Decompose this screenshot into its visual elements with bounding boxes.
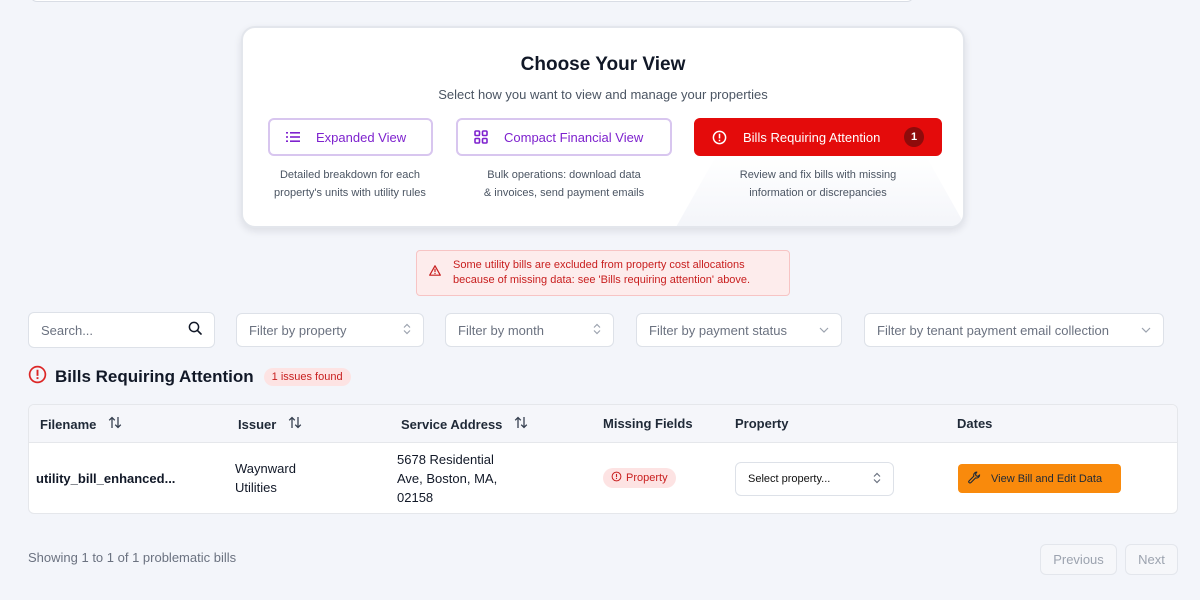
property-select-value: Select property...	[748, 473, 831, 485]
search-input[interactable]	[41, 322, 181, 338]
payment-status-filter[interactable]: Filter by payment status	[636, 313, 842, 347]
alert-text: Some utility bills are excluded from pro…	[453, 258, 750, 288]
card-subtitle: Select how you want to view and manage y…	[438, 87, 768, 102]
bills-table: Filename Issuer Service Address Missing …	[28, 404, 1178, 514]
header-label: Property	[735, 416, 789, 431]
previous-page-button[interactable]: Previous	[1040, 544, 1117, 575]
description-line: Bulk operations: download data	[487, 169, 641, 181]
issuer-line: Utilities	[235, 480, 277, 495]
excluded-bills-alert: Some utility bills are excluded from pro…	[416, 250, 790, 296]
header-label: Dates	[957, 416, 993, 431]
description-line: & invoices, send payment emails	[483, 187, 645, 199]
expanded-view-label: Expanded View	[316, 129, 407, 145]
address-line: 02158	[397, 490, 434, 505]
description-line: Detailed breakdown for each	[279, 169, 421, 181]
month-filter[interactable]: Filter by month	[445, 313, 614, 347]
email-collection-filter-label: Filter by tenant payment email collectio…	[877, 322, 1109, 338]
description-line: property's units with utility rules	[274, 187, 426, 199]
attention-view-description: Review and fix bills with missing inform…	[718, 166, 918, 202]
payment-status-filter-label: Filter by payment status	[649, 322, 787, 338]
top-panel-edge	[30, 0, 914, 2]
compact-view-description: Bulk operations: download data & invoice…	[464, 166, 664, 202]
issuer-cell: Waynward Utilities	[235, 459, 296, 497]
column-header-filename[interactable]: Filename	[40, 416, 122, 432]
sort-icon[interactable]	[108, 416, 122, 432]
pagination-summary: Showing 1 to 1 of 1 problematic bills	[28, 550, 237, 565]
updown-chevron-icon	[593, 323, 601, 338]
wrench-icon	[968, 471, 981, 487]
alert-circle-icon	[712, 130, 727, 145]
list-icon	[286, 131, 300, 143]
service-address-cell: 5678 Residential Ave, Boston, MA, 02158	[397, 450, 497, 507]
view-bill-edit-data-button[interactable]: View Bill and Edit Data	[958, 464, 1121, 493]
search-box[interactable]	[28, 312, 215, 348]
view-bill-edit-data-label: View Bill and Edit Data	[991, 472, 1103, 485]
grid-icon	[474, 130, 488, 144]
next-page-button[interactable]: Next	[1125, 544, 1178, 575]
header-label: Filename	[40, 416, 97, 432]
property-filter[interactable]: Filter by property	[236, 313, 424, 347]
view-chooser-card: Choose Your View Select how you want to …	[241, 26, 965, 228]
email-collection-filter[interactable]: Filter by tenant payment email collectio…	[864, 313, 1164, 347]
column-header-property: Property	[735, 416, 788, 431]
missing-field-label: Property	[626, 472, 668, 484]
updown-chevron-icon	[873, 472, 881, 487]
bills-requiring-attention-button[interactable]: Bills Requiring Attention 1	[694, 118, 942, 156]
bills-requiring-attention-label: Bills Requiring Attention	[743, 129, 881, 145]
description-line: Review and fix bills with missing	[739, 169, 897, 181]
description-line: information or discrepancies	[749, 187, 887, 199]
alert-circle-icon	[611, 471, 622, 485]
section-header: Bills Requiring Attention 1 issues found	[28, 365, 351, 389]
updown-chevron-icon	[403, 323, 411, 338]
card-title: Choose Your View	[520, 54, 686, 75]
missing-field-badge: Property	[603, 468, 676, 488]
compact-financial-view-label: Compact Financial View	[504, 129, 644, 145]
warning-triangle-icon	[429, 265, 441, 281]
address-line: Ave, Boston, MA,	[397, 471, 498, 486]
property-filter-label: Filter by property	[249, 322, 347, 338]
month-filter-label: Filter by month	[458, 322, 544, 338]
issues-count-badge: 1 issues found	[263, 368, 351, 386]
column-header-service-address[interactable]: Service Address	[401, 416, 528, 432]
section-title: Bills Requiring Attention	[55, 367, 254, 386]
column-header-issuer[interactable]: Issuer	[238, 416, 302, 432]
property-select[interactable]: Select property...	[735, 462, 894, 496]
search-icon[interactable]	[188, 321, 202, 340]
sort-icon[interactable]	[514, 416, 528, 432]
table-header: Filename Issuer Service Address Missing …	[29, 405, 1177, 443]
issuer-line: Waynward	[235, 461, 296, 476]
attention-count-badge: 1	[904, 127, 924, 147]
chevron-down-icon	[819, 325, 829, 336]
header-label: Service Address	[401, 416, 503, 432]
column-header-missing-fields: Missing Fields	[603, 416, 693, 431]
address-line: 5678 Residential	[397, 452, 494, 467]
alert-line: Some utility bills are excluded from pro…	[453, 259, 745, 271]
chevron-down-icon	[1141, 325, 1151, 336]
header-label: Issuer	[238, 416, 277, 432]
filename-cell: utility_bill_enhanced...	[36, 471, 176, 486]
header-label: Missing Fields	[603, 416, 693, 431]
alert-circle-icon	[28, 365, 47, 389]
column-header-dates: Dates	[957, 416, 992, 431]
compact-financial-view-button[interactable]: Compact Financial View	[456, 118, 672, 156]
alert-line: because of missing data: see 'Bills requ…	[453, 274, 751, 286]
expanded-view-description: Detailed breakdown for each property's u…	[250, 166, 450, 202]
expanded-view-button[interactable]: Expanded View	[268, 118, 433, 156]
sort-icon[interactable]	[288, 416, 302, 432]
